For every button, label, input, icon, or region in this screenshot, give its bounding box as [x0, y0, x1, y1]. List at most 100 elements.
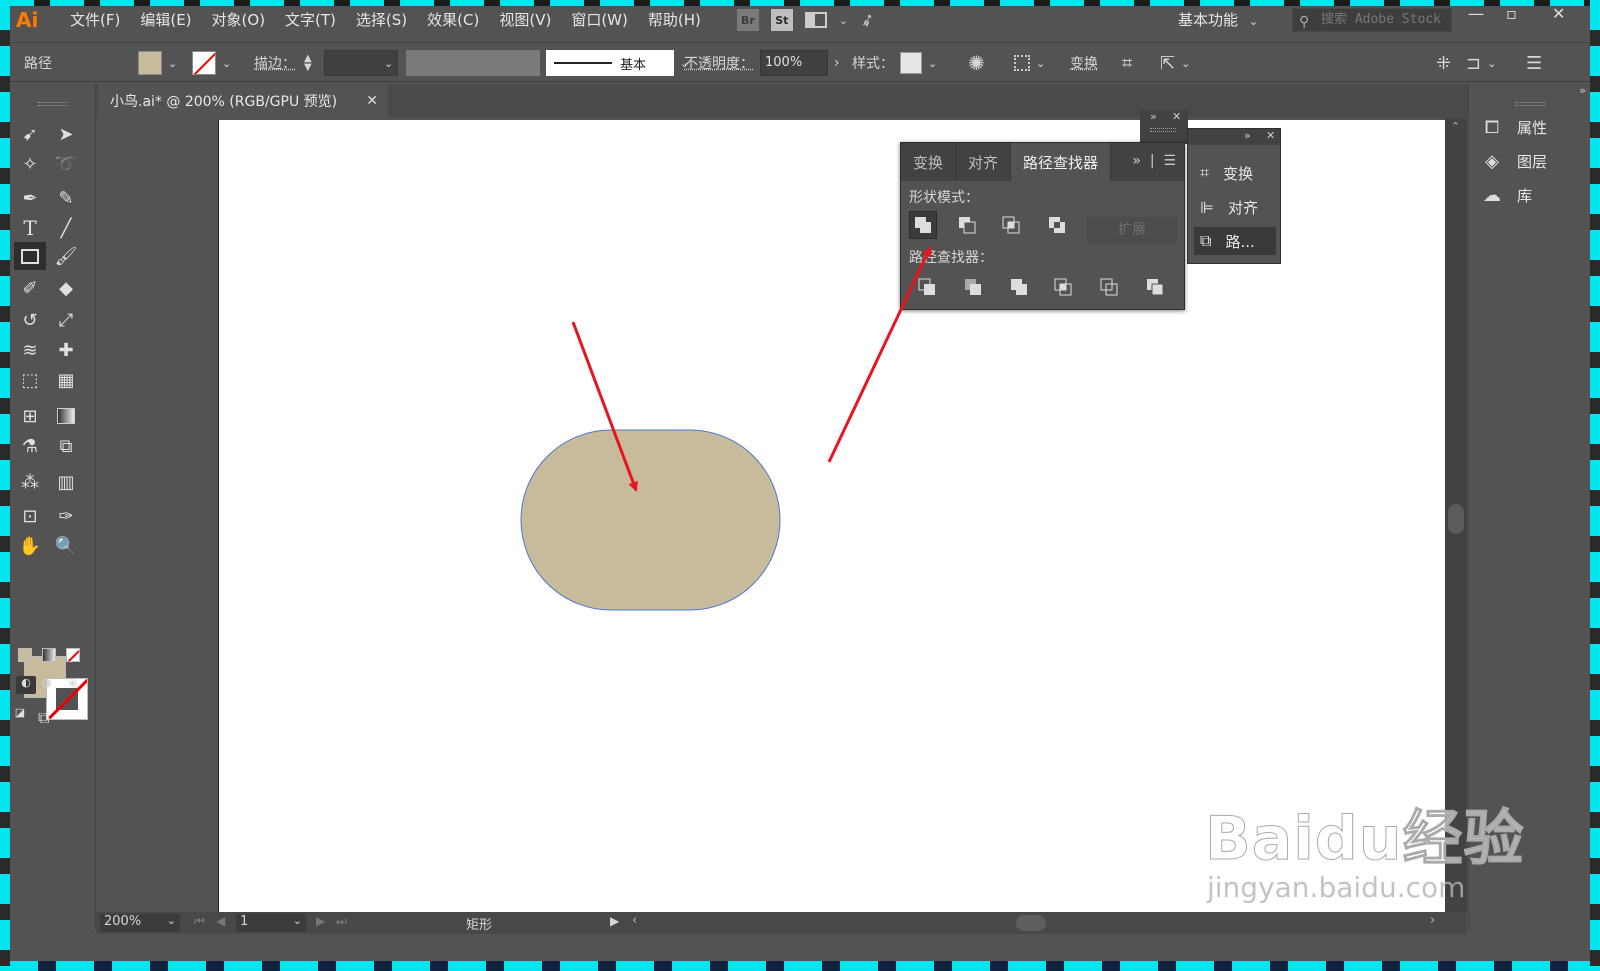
crop-button[interactable]	[1049, 273, 1077, 301]
stepper-arrows-icon[interactable]: ▲ ▼	[304, 54, 312, 73]
scroll-left-icon[interactable]: ‹	[632, 913, 637, 928]
status-menu-icon[interactable]: ▶	[610, 914, 619, 928]
eraser-tool-icon[interactable]: ◆	[50, 274, 82, 302]
direct-selection-tool-icon[interactable]: ➤	[50, 120, 82, 148]
type-tool-icon[interactable]: T	[14, 214, 46, 242]
next-artboard-icon[interactable]: ▶	[316, 914, 325, 928]
dock-grip[interactable]	[1515, 102, 1545, 106]
shaper-tool-icon[interactable]: ✐	[14, 274, 46, 302]
slice-tool-icon[interactable]: ✑	[50, 502, 82, 530]
blend-tool-icon[interactable]: ⧉	[50, 432, 82, 460]
panel-menu-icon[interactable]: ☰	[1526, 43, 1542, 83]
draw-normal-icon[interactable]: ◐	[16, 676, 36, 694]
selection-tool-icon[interactable]: ➹	[14, 120, 46, 148]
bridge-button[interactable]: Br	[736, 9, 759, 31]
stock-button[interactable]: St	[770, 9, 793, 31]
rectangle-tool-icon[interactable]	[14, 242, 46, 270]
perspective-grid-tool-icon[interactable]: ▦	[50, 366, 82, 394]
arrange-icon[interactable]: ⊐ ⌄	[1466, 43, 1496, 83]
scroll-right-icon[interactable]: ›	[1430, 913, 1435, 928]
dock-layers[interactable]: ◈ 图层	[1481, 150, 1547, 172]
menu-view[interactable]: 视图(V)	[489, 0, 561, 40]
workspace-switcher[interactable]: 基本功能 ⌄	[1178, 9, 1258, 30]
trim-button[interactable]	[959, 273, 987, 301]
side-item-align[interactable]: ⊫ 对齐	[1194, 193, 1276, 221]
intersect-button[interactable]	[997, 211, 1025, 239]
width-tool-icon[interactable]: ≋	[14, 336, 46, 364]
close-icon[interactable]: ✕	[1266, 129, 1275, 142]
stroke-swatch-control[interactable]: ⌄	[192, 43, 231, 83]
recolor-artwork-icon[interactable]: ✺	[968, 43, 985, 83]
document-tab[interactable]: 小鸟.ai* @ 200% (RGB/GPU 预览) ✕	[98, 84, 388, 118]
exclude-button[interactable]	[1043, 211, 1071, 239]
paintbrush-tool-icon[interactable]: 🖌	[50, 242, 82, 270]
side-item-transform[interactable]: ⌗ 变换	[1194, 159, 1276, 187]
menu-window[interactable]: 窗口(W)	[561, 0, 638, 40]
mesh-tool-icon[interactable]: ⊞	[14, 402, 46, 430]
menu-effect[interactable]: 效果(C)	[417, 0, 489, 40]
expand-button[interactable]: 扩展	[1087, 217, 1177, 243]
horizontal-scrollbar-thumb[interactable]	[1016, 915, 1046, 931]
menu-file[interactable]: 文件(F)	[60, 0, 130, 40]
merge-button[interactable]	[1005, 273, 1033, 301]
lasso-tool-icon[interactable]: ➰	[50, 150, 82, 178]
variable-width-profile[interactable]	[406, 43, 540, 83]
side-item-pathfinder[interactable]: ⧉ 路...	[1194, 227, 1276, 255]
puppet-warp-tool-icon[interactable]: ✚	[50, 336, 82, 364]
color-button[interactable]	[18, 648, 32, 662]
magic-wand-tool-icon[interactable]: ✧	[14, 150, 46, 178]
minus-front-button[interactable]	[953, 211, 981, 239]
stroke-color-swatch[interactable]	[46, 678, 88, 720]
panel-grip[interactable]	[38, 102, 68, 106]
draw-inside-icon[interactable]: ◉	[68, 676, 78, 689]
previous-artboard-icon[interactable]: ◀	[216, 914, 225, 928]
curvature-tool-icon[interactable]: ✎	[50, 184, 82, 212]
tab-transform[interactable]: 变换	[901, 143, 957, 181]
line-tool-icon[interactable]: ╱	[50, 214, 82, 242]
chevron-right-icon[interactable]: ›	[834, 55, 840, 71]
close-icon[interactable]: ✕	[366, 93, 378, 109]
stroke-weight-field[interactable]: ⌄	[324, 43, 398, 83]
rounded-rectangle-shape[interactable]	[520, 429, 781, 611]
symbol-sprayer-tool-icon[interactable]: ⁂	[14, 468, 46, 496]
brush-definition[interactable]: 基本 ⌄	[546, 43, 689, 83]
last-artboard-icon[interactable]: ⏭	[336, 914, 347, 929]
menu-type[interactable]: 文字(T)	[275, 0, 346, 40]
draw-behind-icon[interactable]: ◑	[42, 676, 52, 689]
menu-object[interactable]: 对象(O)	[202, 0, 276, 40]
menu-select[interactable]: 选择(S)	[346, 0, 417, 40]
scroll-up-icon[interactable]: ⌃	[1451, 120, 1460, 133]
none-button[interactable]	[66, 648, 80, 662]
stroke-swatch[interactable]	[192, 51, 216, 75]
column-graph-tool-icon[interactable]: ▥	[50, 468, 82, 496]
panel-menu-icon[interactable]: » | ☰	[1132, 153, 1176, 169]
arrange-documents-icon[interactable]	[804, 12, 827, 28]
first-artboard-icon[interactable]: ⏮	[194, 914, 205, 929]
style-swatch[interactable]	[900, 52, 922, 74]
stock-search-input[interactable]: ⚲ 搜索 Adobe Stock	[1292, 8, 1452, 32]
fill-swatch[interactable]	[138, 51, 162, 75]
menu-help[interactable]: 帮助(H)	[638, 0, 711, 40]
minimize-button[interactable]: —	[1468, 4, 1484, 23]
opacity-field[interactable]: 100% ›	[760, 43, 840, 83]
artboard-number-field[interactable]: 1 ⌄	[236, 914, 306, 932]
expand-panel-icon[interactable]: »	[1150, 110, 1157, 123]
collapsed-panel-header[interactable]: » ✕	[1188, 129, 1280, 145]
stroke-weight-stepper[interactable]: ▲ ▼	[304, 43, 312, 83]
zoom-field[interactable]: 200% ⌄	[100, 914, 180, 932]
outline-button[interactable]	[1095, 273, 1123, 301]
floating-panel-header[interactable]: » ✕	[1140, 110, 1188, 144]
scrollbar-thumb[interactable]	[1448, 504, 1464, 534]
menu-edit[interactable]: 编辑(E)	[130, 0, 201, 40]
tab-pathfinder[interactable]: 路径查找器	[1011, 143, 1112, 181]
collapse-dock-icon[interactable]: »	[1579, 84, 1586, 97]
dock-libraries[interactable]: ☁ 库	[1481, 184, 1532, 206]
puppet-warp-icon[interactable]: ⇱ ⌄	[1160, 43, 1190, 83]
gradient-tool-icon[interactable]	[50, 402, 82, 430]
maximize-button[interactable]: ▫	[1506, 4, 1517, 23]
isolate-object-icon[interactable]: ⌗	[1122, 43, 1132, 83]
rotate-tool-icon[interactable]: ↺	[14, 306, 46, 334]
panel-grid-icon[interactable]: ⁜	[1436, 43, 1451, 83]
pen-tool-icon[interactable]: ✒	[14, 184, 46, 212]
panel-grip[interactable]	[1150, 128, 1176, 132]
